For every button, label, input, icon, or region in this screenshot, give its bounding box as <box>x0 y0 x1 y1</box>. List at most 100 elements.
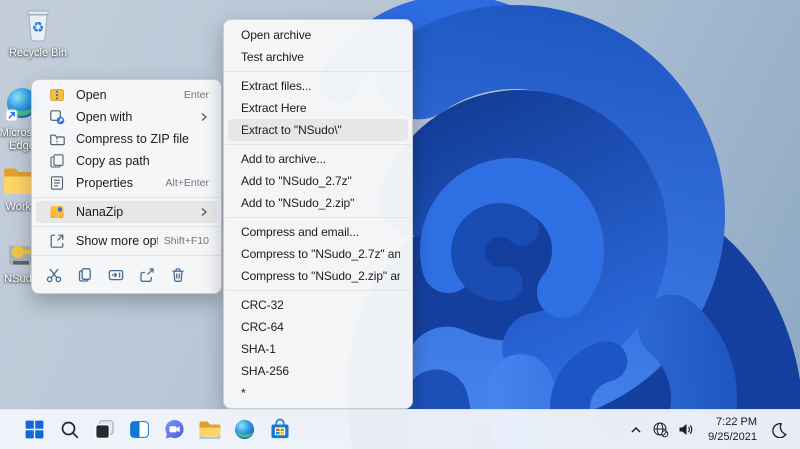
task-view-icon <box>93 418 116 441</box>
menu-item-label: Extract files... <box>241 79 312 93</box>
submenu-item-test-archive[interactable]: Test archive <box>228 46 408 68</box>
edge-icon <box>233 418 256 441</box>
desktop-icon-label: Recycle Bin <box>8 47 68 59</box>
taskbar-widgets-button[interactable] <box>122 413 157 447</box>
menu-item-label: Open <box>76 88 107 102</box>
show-more-icon <box>49 233 65 249</box>
submenu-item-compress-and-email[interactable]: Compress and email... <box>228 221 408 243</box>
chat-icon <box>163 418 186 441</box>
menu-item-label: CRC-32 <box>241 298 284 312</box>
taskbar-search-button[interactable] <box>52 413 87 447</box>
context-menu-item-open-with[interactable]: Open with <box>36 106 217 128</box>
focus-assist-moon-icon <box>771 422 787 438</box>
menu-item-label: Copy as path <box>76 154 150 168</box>
submenu-item-compress-zip-email[interactable]: Compress to "NSudo_2.zip" and email <box>228 265 408 287</box>
chevron-up-icon <box>629 423 643 437</box>
tray-volume-button[interactable] <box>673 415 698 445</box>
context-menu-item-nanazip[interactable]: NanaZip <box>36 201 217 223</box>
globe-no-internet-icon <box>652 421 669 438</box>
menu-separator <box>225 71 411 72</box>
menu-item-label: SHA-256 <box>241 364 289 378</box>
tray-date: 9/25/2021 <box>708 430 757 443</box>
store-icon <box>269 418 291 441</box>
submenu-item-star[interactable]: * <box>228 382 408 404</box>
tray-time: 7:22 PM <box>716 416 757 429</box>
menu-item-label: Extract to "NSudo\" <box>241 123 342 137</box>
menu-item-label: Show more options <box>76 234 158 248</box>
menu-item-label: Compress to ZIP file <box>76 132 190 146</box>
clock-button[interactable]: 7:22 PM 9/25/2021 <box>699 415 766 445</box>
menu-item-label: Properties <box>76 176 133 190</box>
delete-button[interactable] <box>164 263 191 287</box>
context-menu: Open Enter Open with Compress to ZIP file Co… <box>31 79 222 294</box>
desktop-icon-recycle-bin[interactable]: ♻ Recycle Bin <box>3 6 73 60</box>
taskbar-store-button[interactable] <box>262 413 297 447</box>
tray-icons <box>624 415 698 445</box>
properties-icon <box>49 175 65 191</box>
rename-button[interactable] <box>102 263 129 287</box>
nanazip-submenu: Open archive Test archive Extract files...… <box>223 19 413 409</box>
menu-separator <box>33 197 220 198</box>
submenu-item-add-to-archive[interactable]: Add to archive... <box>228 148 408 170</box>
focus-assist-button[interactable] <box>767 415 791 445</box>
context-menu-item-show-more-options[interactable]: Show more options Shift+F10 <box>36 230 217 252</box>
submenu-item-crc-64[interactable]: CRC-64 <box>228 316 408 338</box>
menu-item-label: Compress to "NSudo_2.7z" and email <box>241 247 400 261</box>
submenu-item-add-to-zip[interactable]: Add to "NSudo_2.zip" <box>228 192 408 214</box>
menu-item-label: CRC-64 <box>241 320 284 334</box>
menu-item-accelerator: Shift+F10 <box>163 235 209 247</box>
menu-item-label: NanaZip <box>76 205 124 219</box>
nanazip-logo-icon <box>49 204 65 220</box>
svg-text:♻: ♻ <box>32 20 45 36</box>
submenu-item-extract-files[interactable]: Extract files... <box>228 75 408 97</box>
search-icon <box>59 419 81 441</box>
rename-icon <box>107 266 125 284</box>
menu-item-label: Test archive <box>241 50 304 64</box>
speaker-icon <box>677 421 694 438</box>
submenu-item-sha-1[interactable]: SHA-1 <box>228 338 408 360</box>
submenu-item-extract-to[interactable]: Extract to "NSudo\" <box>228 119 408 141</box>
submenu-item-open-archive[interactable]: Open archive <box>228 24 408 46</box>
submenu-item-extract-here[interactable]: Extract Here <box>228 97 408 119</box>
system-tray: 7:22 PM 9/25/2021 <box>624 415 791 445</box>
menu-item-label: Add to archive... <box>241 152 327 166</box>
desktop: ♻ Recycle Bin Microsoft Edge Works NSudo Ope… <box>0 0 800 449</box>
copy-button[interactable] <box>71 263 98 287</box>
taskbar-task-view-button[interactable] <box>87 413 122 447</box>
submenu-item-compress-7z-email[interactable]: Compress to "NSudo_2.7z" and email <box>228 243 408 265</box>
menu-item-label: SHA-1 <box>241 342 276 356</box>
nanazip-file-icon <box>49 87 65 103</box>
menu-item-label: Compress to "NSudo_2.zip" and email <box>241 269 400 283</box>
share-button[interactable] <box>133 263 160 287</box>
context-menu-item-properties[interactable]: Properties Alt+Enter <box>36 172 217 194</box>
quick-actions-row <box>32 259 221 289</box>
submenu-item-crc-32[interactable]: CRC-32 <box>228 294 408 316</box>
recycle-bin-icon: ♻ <box>21 6 55 43</box>
tray-tray-overflow-button[interactable] <box>624 415 648 445</box>
menu-item-label: * <box>241 386 246 400</box>
context-menu-item-copy-as-path[interactable]: Copy as path <box>36 150 217 172</box>
menu-separator <box>33 255 220 256</box>
cut-button[interactable] <box>40 263 67 287</box>
taskbar-file-explorer-button[interactable] <box>192 413 227 447</box>
taskbar-chat-button[interactable] <box>157 413 192 447</box>
context-menu-item-compress-to-zip[interactable]: Compress to ZIP file <box>36 128 217 150</box>
chevron-right-icon <box>199 112 209 122</box>
menu-item-label: Open archive <box>241 28 312 42</box>
context-menu-items: Open Enter Open with Compress to ZIP file Co… <box>32 84 221 289</box>
share-icon <box>138 266 156 284</box>
menu-item-accelerator: Enter <box>183 89 209 101</box>
context-menu-item-open[interactable]: Open Enter <box>36 84 217 106</box>
file-explorer-icon <box>198 419 222 441</box>
submenu-item-sha-256[interactable]: SHA-256 <box>228 360 408 382</box>
taskbar-edge-button[interactable] <box>227 413 262 447</box>
menu-item-label: Extract Here <box>241 101 307 115</box>
tray-network-button[interactable] <box>648 415 673 445</box>
menu-item-label: Open with <box>76 110 133 124</box>
start-icon <box>23 418 46 441</box>
menu-item-label: Add to "NSudo_2.7z" <box>241 174 352 188</box>
submenu-item-add-to-7z[interactable]: Add to "NSudo_2.7z" <box>228 170 408 192</box>
taskbar-start-button[interactable] <box>17 413 52 447</box>
delete-icon <box>169 266 187 284</box>
menu-item-accelerator: Alt+Enter <box>165 177 209 189</box>
